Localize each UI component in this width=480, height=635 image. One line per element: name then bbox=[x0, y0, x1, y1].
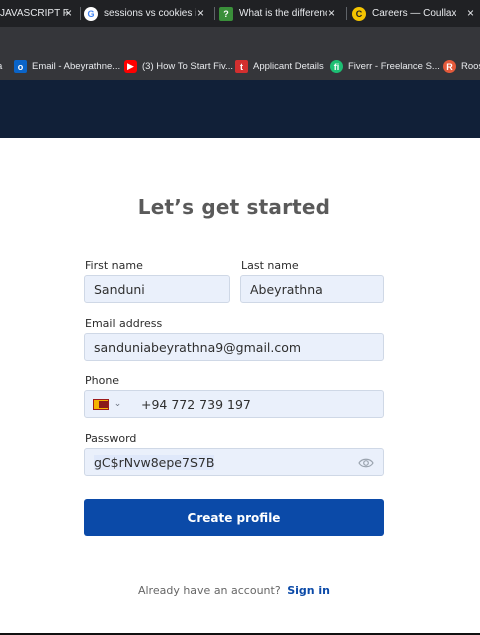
tab-separator bbox=[80, 7, 81, 20]
email-value: sanduniabeyrathna9@gmail.com bbox=[94, 339, 302, 355]
close-tab-icon[interactable]: × bbox=[65, 6, 72, 20]
tab-separator bbox=[214, 7, 215, 20]
country-code-select[interactable]: ⌄ bbox=[85, 391, 129, 417]
tab-title: sessions vs cookies ir bbox=[104, 8, 196, 19]
roost-icon: R bbox=[443, 60, 456, 73]
first-name-value: Sanduni bbox=[94, 281, 145, 297]
google-icon: G bbox=[84, 6, 98, 21]
bookmark-email[interactable]: o Email - Abeyrathne... bbox=[14, 53, 120, 80]
outlook-icon: o bbox=[14, 60, 27, 73]
bookmark-label: (3) How To Start Fiv... bbox=[142, 61, 233, 72]
last-name-label: Last name bbox=[241, 259, 299, 272]
phone-value: +94 772 739 197 bbox=[141, 396, 251, 412]
coullax-icon: C bbox=[352, 6, 366, 21]
password-value: gC$rNvw8epe7S7B bbox=[85, 454, 215, 470]
browser-toolbar bbox=[0, 27, 480, 53]
first-name-label: First name bbox=[85, 259, 143, 272]
tab-title: Careers — Coullax bbox=[372, 8, 457, 19]
email-input[interactable]: sanduniabeyrathna9@gmail.com bbox=[84, 333, 384, 361]
bookmark-label: Fiverr - Freelance S... bbox=[348, 61, 440, 72]
email-label: Email address bbox=[85, 317, 163, 330]
browser-tab[interactable]: G sessions vs cookies ir × bbox=[84, 0, 210, 27]
sri-lanka-flag-icon bbox=[92, 398, 109, 410]
bookmarks-bar: a o Email - Abeyrathne... ▶ (3) How To S… bbox=[0, 53, 480, 81]
sign-in-link[interactable]: Sign in bbox=[287, 584, 330, 597]
browser-tab-strip: JAVASCRIPT F × G sessions vs cookies ir … bbox=[0, 0, 480, 27]
bookmark-applicant[interactable]: t Applicant Details bbox=[235, 53, 324, 80]
bookmark-fiverr[interactable]: fi Fiverr - Freelance S... bbox=[330, 53, 440, 80]
close-tab-icon[interactable]: × bbox=[197, 6, 204, 20]
chevron-down-icon: ⌄ bbox=[113, 399, 122, 409]
password-input[interactable]: gC$rNvw8epe7S7B bbox=[84, 448, 384, 476]
browser-tab[interactable]: JAVASCRIPT F × bbox=[0, 0, 78, 27]
bookmark-label: Roost bbox=[461, 61, 480, 72]
last-name-value: Abeyrathna bbox=[250, 281, 323, 297]
browser-tab[interactable]: C Careers — Coullax × bbox=[352, 0, 480, 27]
page-title: Let’s get started bbox=[137, 195, 331, 219]
tab-separator bbox=[346, 7, 347, 20]
applicant-icon: t bbox=[235, 60, 248, 73]
browser-tab[interactable]: ? What is the differenc × bbox=[219, 0, 341, 27]
bookmark-label: Applicant Details bbox=[253, 61, 324, 72]
last-name-input[interactable]: Abeyrathna bbox=[240, 275, 384, 303]
first-name-input[interactable]: Sanduni bbox=[84, 275, 230, 303]
bookmark-label: Email - Abeyrathne... bbox=[32, 61, 121, 72]
close-tab-icon[interactable]: × bbox=[328, 6, 335, 20]
signin-prompt-text: Already have an account? bbox=[137, 584, 281, 597]
eye-icon[interactable] bbox=[358, 455, 374, 471]
fiverr-icon: fi bbox=[330, 60, 343, 73]
password-label: Password bbox=[85, 432, 137, 445]
site-icon: ? bbox=[219, 6, 233, 21]
password-text: gC$rNvw8epe7S7B bbox=[94, 454, 215, 470]
signin-prompt-row: Already have an account? Sign in bbox=[0, 584, 468, 597]
tab-title: JAVASCRIPT F bbox=[0, 8, 69, 19]
close-tab-icon[interactable]: × bbox=[467, 6, 474, 20]
create-profile-button[interactable]: Create profile bbox=[84, 499, 384, 536]
youtube-icon: ▶ bbox=[124, 60, 137, 73]
bookmark-roost[interactable]: R Roost bbox=[443, 53, 480, 80]
bookmark-youtube[interactable]: ▶ (3) How To Start Fiv... bbox=[124, 53, 233, 80]
tab-title: What is the differenc bbox=[239, 8, 327, 19]
phone-input[interactable]: ⌄ +94 772 739 197 bbox=[84, 390, 384, 418]
bookmark-overflow-icon: a bbox=[0, 53, 2, 80]
site-header bbox=[0, 80, 480, 138]
phone-label: Phone bbox=[85, 374, 120, 387]
